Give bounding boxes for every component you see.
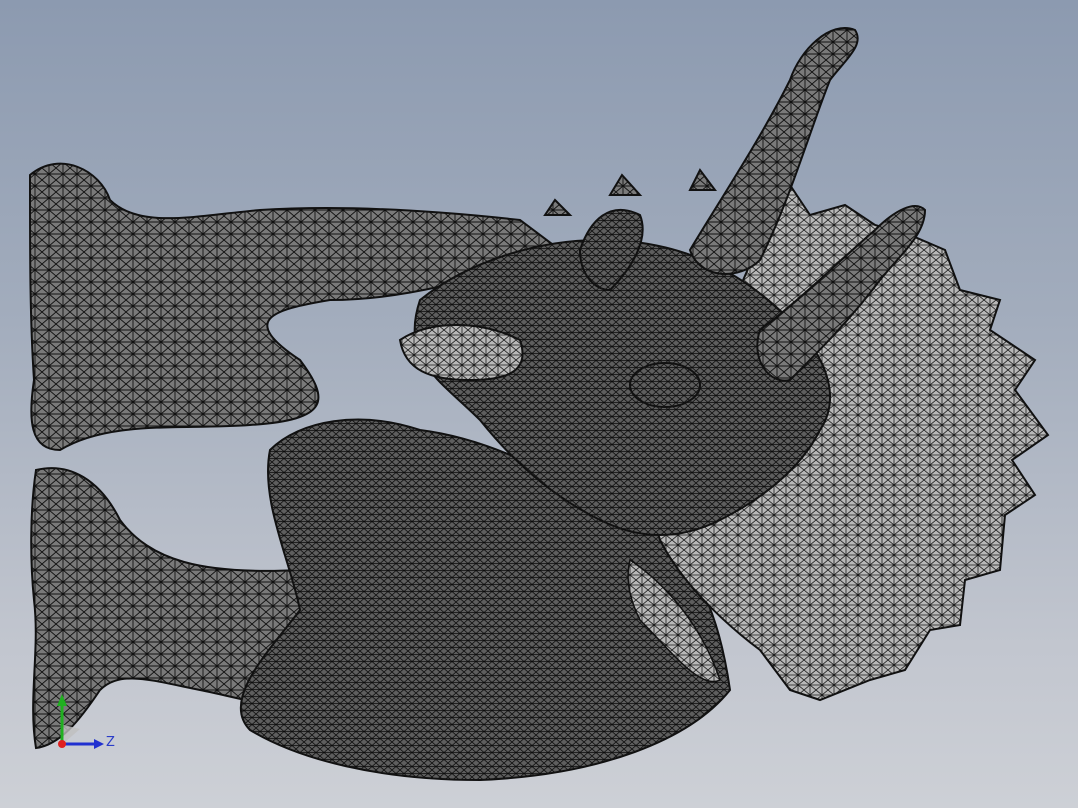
graphics-viewport[interactable]: Z (0, 0, 1078, 808)
x-axis-point (58, 740, 66, 748)
z-axis-label: Z (106, 735, 115, 750)
triceratops-mesh-model[interactable] (0, 0, 1078, 808)
coordinate-triad: Z (57, 694, 115, 750)
top-spikes (543, 168, 717, 216)
z-axis-head (94, 739, 104, 749)
eye (629, 362, 701, 408)
y-axis-head (57, 694, 67, 706)
snout (398, 324, 524, 382)
